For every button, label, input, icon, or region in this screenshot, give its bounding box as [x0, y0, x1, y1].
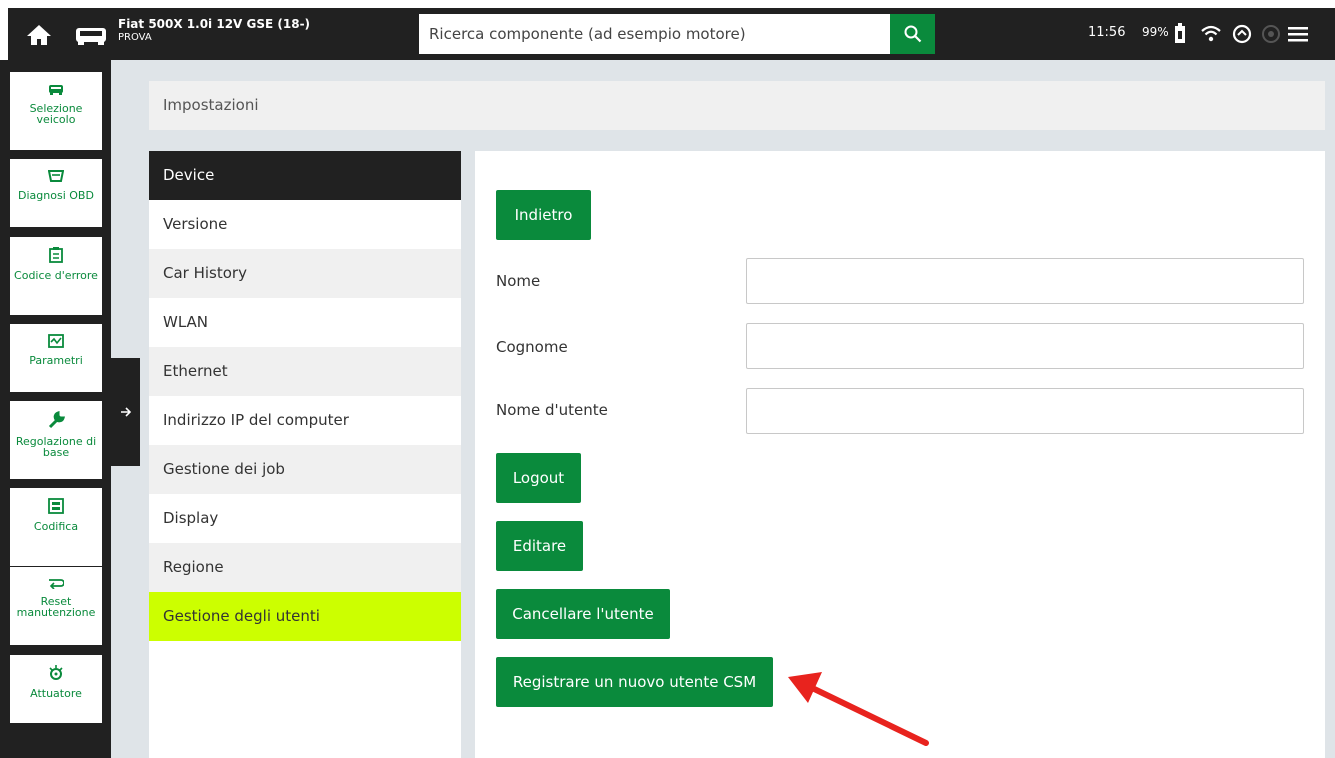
- sidebar-item-actuator[interactable]: Attuatore: [10, 655, 102, 723]
- menu-icon[interactable]: [1288, 26, 1308, 42]
- first-name-label: Nome: [496, 272, 541, 290]
- sidebar-item-label: Selezione veicolo: [29, 102, 83, 126]
- delete-user-button[interactable]: Cancellare l'utente: [496, 589, 670, 639]
- sidebar-item-label: Diagnosi OBD: [18, 189, 94, 202]
- sidebar-item-label: Attuatore: [30, 687, 82, 700]
- clock: 11:56: [1088, 25, 1126, 40]
- sidebar: Selezione veicolo Diagnosi OBD Codice d'…: [0, 60, 111, 758]
- username-label: Nome d'utente: [496, 401, 608, 419]
- search-input[interactable]: [419, 14, 899, 54]
- service-reset-icon: [49, 579, 64, 589]
- sidebar-item-label: Reset manutenzione: [16, 595, 96, 619]
- sidebar-item-service-reset[interactable]: Reset manutenzione: [10, 567, 102, 645]
- sidebar-item-coding[interactable]: Codifica: [10, 488, 102, 566]
- home-icon[interactable]: [26, 24, 52, 46]
- wrench-icon: [48, 411, 65, 429]
- annotation-arrow-icon: [788, 672, 929, 746]
- parameters-icon: [48, 334, 64, 348]
- sidebar-toggle-button[interactable]: [111, 358, 140, 466]
- actuator-icon: [49, 665, 63, 680]
- sidebar-item-basic-adjustment[interactable]: Regolazione di base: [10, 401, 102, 479]
- vehicle-subtitle: PROVA: [118, 32, 152, 43]
- username-field[interactable]: [746, 388, 1304, 434]
- wifi-icon: [1201, 25, 1221, 42]
- menu-item-device[interactable]: Device: [149, 151, 461, 200]
- menu-item-ethernet[interactable]: Ethernet: [149, 347, 461, 396]
- sidebar-item-label: Codice d'errore: [14, 269, 98, 282]
- menu-item-wlan[interactable]: WLAN: [149, 298, 461, 347]
- menu-item-car-history[interactable]: Car History: [149, 249, 461, 298]
- menu-item-region[interactable]: Regione: [149, 543, 461, 592]
- arrow-right-icon: [120, 407, 131, 417]
- coding-icon: [48, 498, 64, 514]
- battery-percentage: 99%: [1142, 25, 1169, 39]
- search-button[interactable]: [890, 14, 935, 54]
- vci-icon: [1262, 25, 1280, 43]
- sidebar-item-label: Parametri: [29, 354, 83, 367]
- sync-icon: [1232, 24, 1252, 44]
- last-name-label: Cognome: [496, 338, 568, 356]
- edit-button[interactable]: Editare: [496, 521, 583, 571]
- breadcrumb: Impostazioni: [149, 81, 1325, 130]
- vehicle-name: Fiat 500X 1.0i 12V GSE (18-): [118, 17, 311, 31]
- car-icon[interactable]: [74, 24, 108, 46]
- sidebar-item-vehicle-selection[interactable]: Selezione veicolo: [10, 72, 102, 150]
- sidebar-item-label: Regolazione di base: [15, 435, 97, 459]
- obd-icon: [48, 170, 64, 182]
- menu-item-computer-ip[interactable]: Indirizzo IP del computer: [149, 396, 461, 445]
- car-icon: [49, 85, 63, 95]
- last-name-field[interactable]: [746, 323, 1304, 369]
- search-icon: [904, 25, 921, 43]
- sidebar-item-parameters[interactable]: Parametri: [10, 324, 102, 392]
- error-code-icon: [49, 247, 63, 263]
- back-button[interactable]: Indietro: [496, 190, 591, 240]
- menu-item-job-management[interactable]: Gestione dei job: [149, 445, 461, 494]
- battery-icon: [1175, 23, 1185, 43]
- menu-item-user-management[interactable]: Gestione degli utenti: [149, 592, 461, 641]
- first-name-field[interactable]: [746, 258, 1304, 304]
- sidebar-item-obd[interactable]: Diagnosi OBD: [10, 159, 102, 227]
- settings-menu: Device Versione Car History WLAN Etherne…: [149, 151, 461, 758]
- menu-item-version[interactable]: Versione: [149, 200, 461, 249]
- sidebar-item-label: Codifica: [33, 520, 79, 533]
- register-csm-user-button[interactable]: Registrare un nuovo utente CSM: [496, 657, 773, 707]
- logout-button[interactable]: Logout: [496, 453, 581, 503]
- menu-item-display[interactable]: Display: [149, 494, 461, 543]
- sidebar-item-error-codes[interactable]: Codice d'errore: [10, 237, 102, 315]
- top-bar: Fiat 500X 1.0i 12V GSE (18-) PROVA 11:56…: [8, 8, 1335, 60]
